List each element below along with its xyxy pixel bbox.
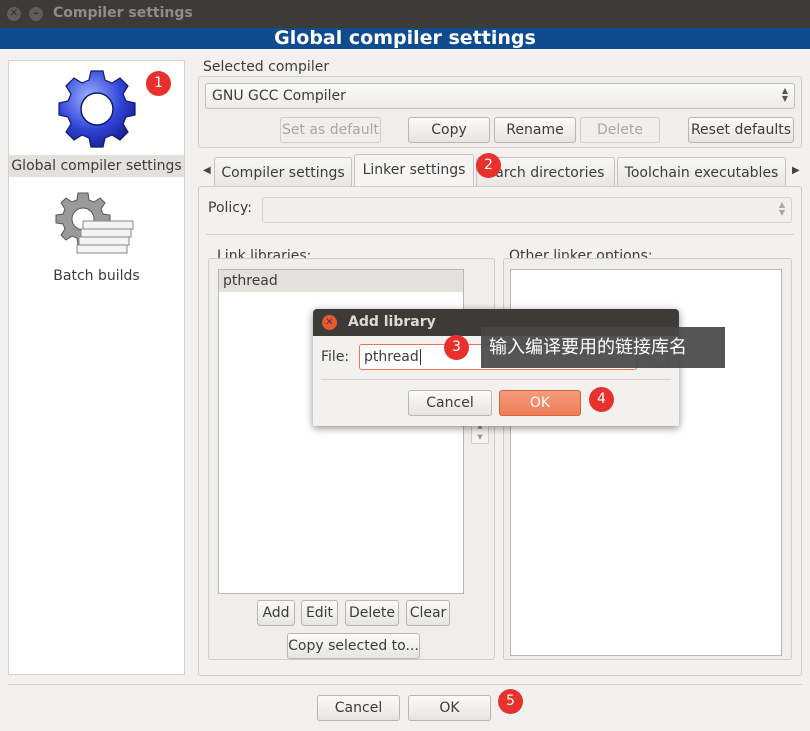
copy-selected-to-button[interactable]: Copy selected to... — [287, 633, 420, 659]
sidebar: Global compiler settings Batch builds — [8, 60, 185, 675]
compiler-select-value: GNU GCC Compiler — [212, 88, 346, 104]
tab-scroll-right-icon[interactable]: ▶ — [792, 165, 800, 176]
step-badge-2: 2 — [476, 153, 501, 178]
cancel-button[interactable]: Cancel — [317, 695, 400, 721]
combo-arrows-icon: ▲ ▼ — [778, 200, 785, 217]
step-badge-1: 1 — [146, 71, 171, 96]
page-title: Global compiler settings — [0, 28, 810, 49]
close-icon[interactable]: ✕ — [322, 315, 337, 330]
window-titlebar: ✕ – Compiler settings — [0, 0, 810, 28]
divider — [206, 234, 794, 235]
ok-button[interactable]: OK — [408, 695, 491, 721]
minimize-window-icon[interactable]: – — [29, 7, 43, 21]
delete-compiler-button[interactable]: Delete — [580, 117, 660, 143]
clear-libraries-button[interactable]: Clear — [406, 600, 450, 626]
tab-linker-settings[interactable]: Linker settings — [354, 154, 474, 187]
compiler-select[interactable]: GNU GCC Compiler ▲ ▼ — [205, 83, 795, 109]
sidebar-item-batch-builds[interactable]: Batch builds — [9, 191, 184, 287]
dialog-title: Add library — [348, 314, 436, 330]
reset-defaults-button[interactable]: Reset defaults — [688, 117, 794, 143]
delete-library-button[interactable]: Delete — [345, 600, 399, 626]
window-title: Compiler settings — [53, 5, 193, 21]
step-badge-3: 3 — [444, 335, 469, 360]
divider — [8, 684, 802, 685]
rename-button[interactable]: Rename — [494, 117, 576, 143]
tab-compiler-settings[interactable]: Compiler settings — [214, 157, 352, 187]
tooltip: 输入编译要用的链接库名 — [481, 327, 725, 368]
list-item[interactable]: pthread — [219, 270, 463, 292]
text-cursor — [419, 349, 421, 365]
library-file-input-value: pthread — [364, 349, 419, 365]
policy-select[interactable]: ▲ ▼ — [262, 197, 792, 223]
tab-toolchain-executables[interactable]: Toolchain executables — [617, 157, 786, 187]
step-badge-5: 5 — [498, 689, 523, 714]
sidebar-item-label: Batch builds — [53, 268, 140, 284]
edit-library-button[interactable]: Edit — [301, 600, 338, 626]
combo-arrows-icon: ▲ ▼ — [781, 86, 788, 103]
sidebar-item-label: Global compiler settings — [9, 155, 184, 177]
policy-label: Policy: — [208, 200, 252, 216]
step-badge-4: 4 — [589, 387, 614, 412]
add-library-button[interactable]: Add — [257, 600, 295, 626]
gear-stack-icon — [9, 191, 184, 265]
divider — [321, 379, 671, 380]
file-label: File: — [321, 349, 350, 365]
dialog-cancel-button[interactable]: Cancel — [408, 390, 492, 416]
tab-scroll-left-icon[interactable]: ◀ — [203, 165, 211, 176]
dialog-ok-button[interactable]: OK — [499, 390, 581, 416]
close-window-icon[interactable]: ✕ — [7, 7, 21, 21]
set-as-default-button[interactable]: Set as default — [280, 117, 381, 143]
copy-button[interactable]: Copy — [408, 117, 490, 143]
selected-compiler-label: Selected compiler — [203, 59, 330, 75]
